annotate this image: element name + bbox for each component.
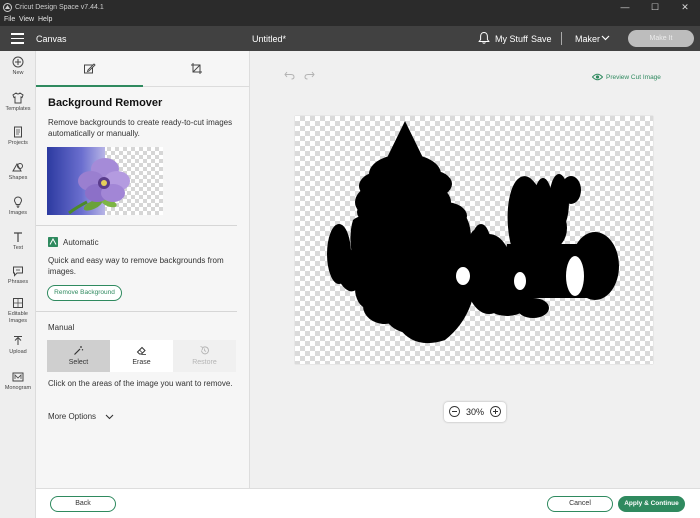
eraser-icon: [136, 346, 146, 355]
restore-tool-button[interactable]: Restore: [173, 340, 236, 372]
maximize-button[interactable]: ☐: [640, 0, 670, 15]
rail-item-text[interactable]: Text: [0, 231, 36, 252]
speech-bubble-icon: [13, 266, 23, 277]
rail-label: Monogram: [4, 385, 32, 391]
rail-label: Editable Images: [8, 311, 28, 324]
panel-tabs: [36, 51, 250, 87]
rail-label: New: [12, 70, 24, 76]
window-titlebar: Cricut Design Space v7.44.1 — ☐ ✕: [0, 0, 700, 15]
lightbulb-icon: [13, 196, 23, 208]
rail-item-new[interactable]: New: [0, 56, 36, 77]
zoom-level: 30%: [465, 407, 484, 417]
menu-file[interactable]: File: [4, 16, 15, 23]
rail-label: Upload: [9, 349, 27, 355]
remover-preview-image: [47, 147, 163, 215]
rail-label: Templates: [5, 106, 31, 112]
erase-tool-label: Erase: [132, 359, 151, 366]
crop-icon: [191, 63, 202, 74]
redo-icon[interactable]: [304, 71, 315, 80]
machine-select[interactable]: Maker: [575, 34, 600, 44]
rail-item-templates[interactable]: Templates: [0, 92, 36, 113]
save-button[interactable]: Save: [531, 34, 552, 44]
rail-label: Text: [12, 245, 24, 251]
rail-item-shapes[interactable]: Shapes: [0, 161, 36, 182]
rail-item-upload[interactable]: Upload: [0, 335, 36, 356]
select-tool-label: Select: [68, 359, 89, 366]
tab-edit[interactable]: [36, 51, 143, 87]
tool-rail: New Templates Projects Shapes Images Tex…: [0, 51, 36, 518]
shapes-icon: [12, 162, 23, 172]
header-divider: [561, 32, 562, 45]
edit-icon: [84, 63, 96, 74]
back-button[interactable]: Back: [50, 496, 116, 512]
restore-tool-label: Restore: [192, 359, 217, 366]
upload-icon: [14, 336, 22, 345]
zoom-control: 30%: [444, 402, 506, 422]
menu-help[interactable]: Help: [38, 16, 52, 23]
tab-crop[interactable]: [143, 51, 250, 87]
hamburger-menu-icon[interactable]: [11, 33, 24, 44]
minimize-button[interactable]: —: [610, 0, 640, 15]
automatic-label: Automatic: [63, 238, 99, 247]
document-title[interactable]: Untitled*: [252, 34, 286, 44]
bottom-bar: Back Cancel Apply & Continue: [36, 488, 700, 518]
panel-description: Remove backgrounds to create ready-to-cu…: [48, 118, 233, 138]
plus-circle-icon: [12, 56, 24, 68]
menu-view[interactable]: View: [19, 16, 34, 23]
make-it-button[interactable]: Make It: [628, 30, 694, 47]
flower-image: [68, 158, 130, 215]
section-divider: [36, 225, 237, 226]
bell-icon[interactable]: [478, 31, 490, 45]
my-stuff-link[interactable]: My Stuff: [495, 34, 528, 44]
chevron-down-icon[interactable]: [105, 412, 114, 421]
panel-title: Background Remover: [48, 97, 163, 109]
background-remover-panel: Background Remover Remove backgrounds to…: [36, 51, 250, 488]
cancel-button[interactable]: Cancel: [547, 496, 613, 512]
zoom-in-icon[interactable]: [490, 406, 501, 417]
section-divider: [36, 311, 237, 312]
rail-item-monogram[interactable]: Monogram: [0, 371, 36, 392]
automatic-icon: [48, 237, 58, 247]
rail-item-phrases[interactable]: Phrases: [0, 265, 36, 286]
projects-icon: [14, 126, 22, 138]
editable-images-icon: [13, 298, 23, 308]
rail-item-editable-images[interactable]: Editable Images: [0, 297, 36, 324]
rail-item-projects[interactable]: Projects: [0, 126, 36, 147]
window-title: Cricut Design Space v7.44.1: [15, 4, 104, 11]
manual-hint: Click on the areas of the image you want…: [48, 379, 233, 388]
menu-bar: File View Help: [0, 15, 700, 26]
text-icon: [14, 232, 22, 242]
tab-divider: [143, 86, 250, 87]
canvas-label: Canvas: [36, 34, 67, 44]
chevron-down-icon[interactable]: [601, 33, 610, 42]
apply-continue-button[interactable]: Apply & Continue: [618, 496, 685, 512]
preview-cut-image-link[interactable]: Preview Cut Image: [606, 74, 661, 81]
app-logo-icon: [3, 3, 12, 12]
close-window-button[interactable]: ✕: [670, 0, 700, 15]
more-options-toggle[interactable]: More Options: [48, 412, 96, 421]
monogram-icon: [12, 372, 24, 382]
rail-label: Phrases: [7, 279, 29, 285]
manual-label: Manual: [48, 323, 75, 332]
magic-wand-icon: [74, 346, 84, 355]
shirt-icon: [12, 92, 24, 104]
undo-icon[interactable]: [284, 71, 295, 80]
rail-label: Images: [8, 210, 28, 216]
rail-item-images[interactable]: Images: [0, 196, 36, 217]
erase-tool-button[interactable]: Erase: [110, 340, 173, 372]
design-image: [327, 121, 619, 344]
zoom-out-icon[interactable]: [449, 406, 460, 417]
restore-icon: [200, 346, 209, 355]
rail-label: Shapes: [8, 175, 28, 181]
app-header: Canvas Untitled* My Stuff Save Maker Mak…: [0, 26, 700, 51]
canvas-area: Preview Cut Image 30%: [250, 51, 700, 488]
rail-label: Projects: [8, 140, 28, 146]
remove-background-button[interactable]: Remove Background: [47, 285, 122, 301]
select-tool-button[interactable]: Select: [47, 340, 110, 372]
image-canvas[interactable]: [295, 116, 653, 364]
automatic-description: Quick and easy way to remove backgrounds…: [48, 256, 224, 276]
eye-icon[interactable]: [592, 73, 603, 81]
